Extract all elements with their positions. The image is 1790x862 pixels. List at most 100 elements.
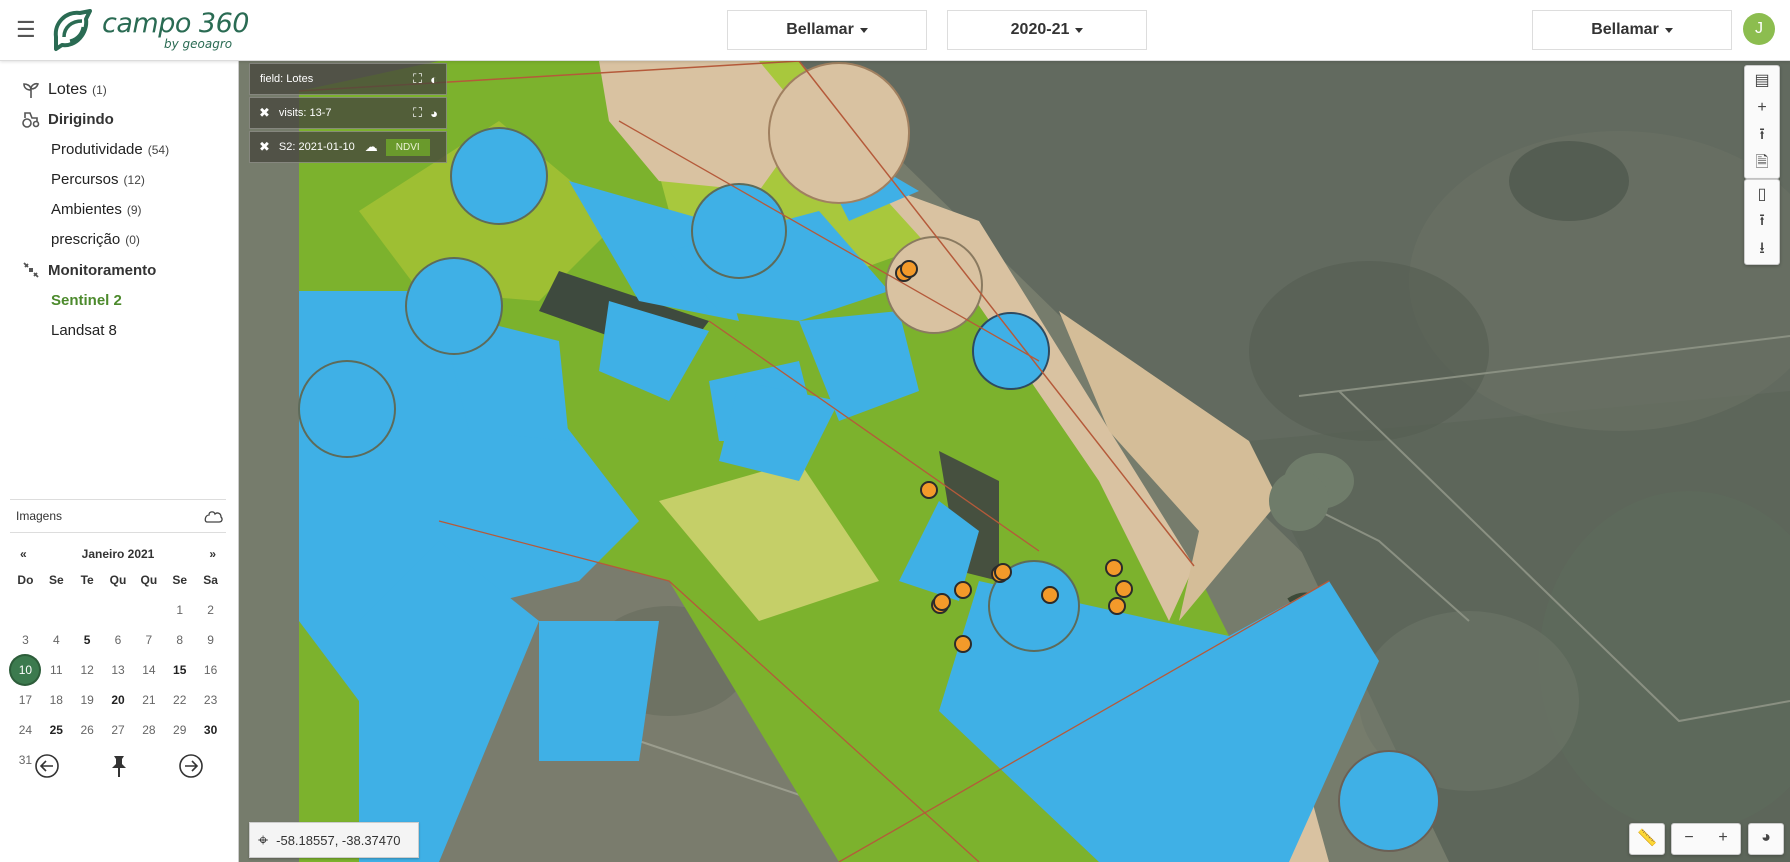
calendar-prev-button[interactable]: « [10,547,37,561]
weekday-label: Se [172,573,188,587]
calendar-day[interactable]: 29 [164,715,195,745]
calendar-day[interactable]: 12 [72,655,103,685]
mobile-icon[interactable]: ▯ [1745,180,1779,208]
ruler-icon[interactable]: 📏 [1630,824,1664,852]
map-view[interactable]: field: Lotes ⛶ ◐ ✖ visits: 13-7 ⛶ ◕ ✖ S2… [239,61,1790,862]
sidebar-item-label: Landsat 8 [51,322,117,339]
sidebar-item-dirigindo[interactable]: Dirigindo [22,110,114,128]
avatar[interactable]: J [1743,13,1775,45]
calendar-day[interactable]: 23 [195,685,226,715]
account-dropdown[interactable]: Bellamar [1532,10,1732,50]
calendar-week-row: 10 11 12 13 14 15 16 [10,655,226,685]
calendar-day[interactable]: 27 [103,715,134,745]
season-dropdown[interactable]: 2020-21 [947,10,1147,50]
calendar-day[interactable]: 2 [195,595,226,625]
visit-marker[interactable] [933,593,951,611]
account-dropdown-label: Bellamar [1591,21,1659,38]
calendar-next-button[interactable]: » [199,547,226,561]
palette-icon[interactable]: ◕ [430,106,438,121]
crosshair-icon[interactable]: ⌖ [258,830,268,851]
document-icon[interactable]: 🗎 [1745,150,1779,178]
visit-marker[interactable] [1105,559,1123,577]
visit-marker[interactable] [1108,597,1126,615]
sidebar-item-landsat-8[interactable]: Landsat 8 [51,322,117,339]
calendar-day[interactable]: 13 [103,655,134,685]
calendar-day[interactable]: 17 [10,685,41,715]
menu-icon[interactable]: ☰ [16,19,36,41]
cloud-icon[interactable] [202,508,224,524]
calendar-day[interactable]: 20 [103,685,134,715]
calendar-day[interactable]: 1 [164,595,195,625]
upload-icon[interactable]: ⭱ [1745,208,1779,236]
sidebar: Lotes (1) Dirigindo Produtividade (54) P… [0,61,239,862]
close-icon[interactable]: ✖ [259,139,270,155]
calendar-day[interactable]: 9 [195,625,226,655]
palette-icon[interactable]: ◕ [1749,824,1783,852]
sidebar-item-lotes[interactable]: Lotes (1) [22,81,107,99]
fullscreen-icon[interactable]: ⛶ [413,105,422,121]
calendar-day[interactable]: 4 [41,625,72,655]
sidebar-item-prescricao[interactable]: prescrição (0) [51,231,140,248]
calendar-day[interactable]: 11 [41,655,72,685]
pin-icon[interactable] [106,753,132,779]
sidebar-item-percursos[interactable]: Percursos (12) [51,171,145,188]
sprout-icon [23,82,40,98]
calendar-day[interactable]: 3 [10,625,41,655]
visit-marker[interactable] [954,581,972,599]
zoom-in-button[interactable]: + [1706,824,1740,852]
download-icon[interactable]: ⭳ [1745,236,1779,264]
visit-marker[interactable] [920,481,938,499]
top-bar: ☰ campo 360 by geoagro Bellamar 2020-21 … [0,0,1790,61]
layer-panel-s2: ✖ S2: 2021-01-10 ☁ NDVI [249,131,447,163]
upload-icon[interactable]: ⭱ [1745,122,1779,150]
calendar-day[interactable]: 26 [72,715,103,745]
visit-marker[interactable] [900,260,918,278]
weekday-label: Se [48,573,64,587]
calendar-day[interactable]: 19 [72,685,103,715]
visit-marker[interactable] [954,635,972,653]
visit-marker[interactable] [994,563,1012,581]
calendar-day[interactable]: 22 [164,685,195,715]
sidebar-item-sentinel-2[interactable]: Sentinel 2 [51,292,122,309]
logo[interactable]: campo 360 by geoagro [50,6,249,54]
sidebar-item-produtividade[interactable]: Produtividade (54) [51,141,169,158]
caret-down-icon [1664,27,1673,33]
calendar-day[interactable]: 21 [133,685,164,715]
calendar-header: « Janeiro 2021 » [10,547,226,561]
calendar-day[interactable]: 10 [10,655,41,685]
images-label: Imagens [16,509,63,523]
next-image-arrow-icon[interactable] [178,753,204,779]
fullscreen-icon[interactable]: ⛶ [413,71,422,87]
calendar-day[interactable]: 14 [133,655,164,685]
close-icon[interactable]: ✖ [259,105,270,121]
weekday-label: Te [80,573,94,587]
calendar-day[interactable]: 16 [195,655,226,685]
calendar-day[interactable]: 24 [10,715,41,745]
calendar-day[interactable]: 15 [164,655,195,685]
calendar-day[interactable]: 7 [133,625,164,655]
calendar-day[interactable]: 30 [195,715,226,745]
calendar-day[interactable]: 8 [164,625,195,655]
calendar-day[interactable]: 6 [103,625,134,655]
farm-dropdown[interactable]: Bellamar [727,10,927,50]
calendar-empty-cell [72,745,103,775]
previous-image-arrow-icon[interactable] [34,753,60,779]
calendar-week-row: 24 25 26 27 28 29 30 [10,715,226,745]
visit-marker[interactable] [1041,586,1059,604]
layers-icon[interactable]: ▤ [1745,66,1779,94]
palette-icon[interactable]: ◐ [430,72,438,87]
ndvi-badge[interactable]: NDVI [385,138,430,156]
sidebar-item-monitoramento[interactable]: Monitoramento [22,261,156,279]
zoom-out-button[interactable]: − [1672,824,1706,852]
satellite-icon [23,262,39,278]
calendar-day[interactable]: 28 [133,715,164,745]
visit-marker[interactable] [1115,580,1133,598]
calendar-day[interactable]: 25 [41,715,72,745]
add-icon[interactable]: + [1745,94,1779,122]
calendar-day[interactable]: 5 [72,625,103,655]
calendar-day[interactable]: 18 [41,685,72,715]
sidebar-item-ambientes[interactable]: Ambientes (9) [51,201,142,218]
sidebar-item-label: Ambientes [51,201,122,218]
cloud-icon[interactable]: ☁ [365,139,378,155]
farm-dropdown-label: Bellamar [786,21,854,38]
